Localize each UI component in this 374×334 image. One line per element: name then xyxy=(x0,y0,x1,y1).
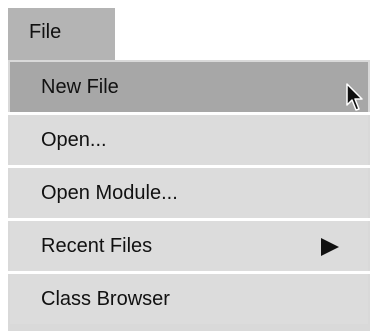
menu-item-open[interactable]: Open... xyxy=(10,115,368,165)
menu-item-label: Open... xyxy=(41,129,107,151)
menu-item-label: New File xyxy=(41,76,119,98)
menu-item-recent-files[interactable]: Recent Files xyxy=(10,221,368,271)
menu-item-class-browser[interactable]: Class Browser xyxy=(10,274,368,324)
file-menu-label: File xyxy=(29,21,62,43)
menu-item-open-module[interactable]: Open Module... xyxy=(10,168,368,218)
menu-item-label: Recent Files xyxy=(41,235,153,257)
menu-item-label: Class Browser xyxy=(41,288,170,310)
file-menu-button[interactable]: File xyxy=(8,8,115,60)
menu-item-label: Open Module... xyxy=(41,182,178,204)
submenu-arrow-icon xyxy=(321,238,339,256)
file-dropdown-menu: New File Open... Open Module... Recent F… xyxy=(8,60,370,331)
menu-item-new-file[interactable]: New File xyxy=(10,62,368,112)
mouse-pointer-icon xyxy=(346,83,363,111)
